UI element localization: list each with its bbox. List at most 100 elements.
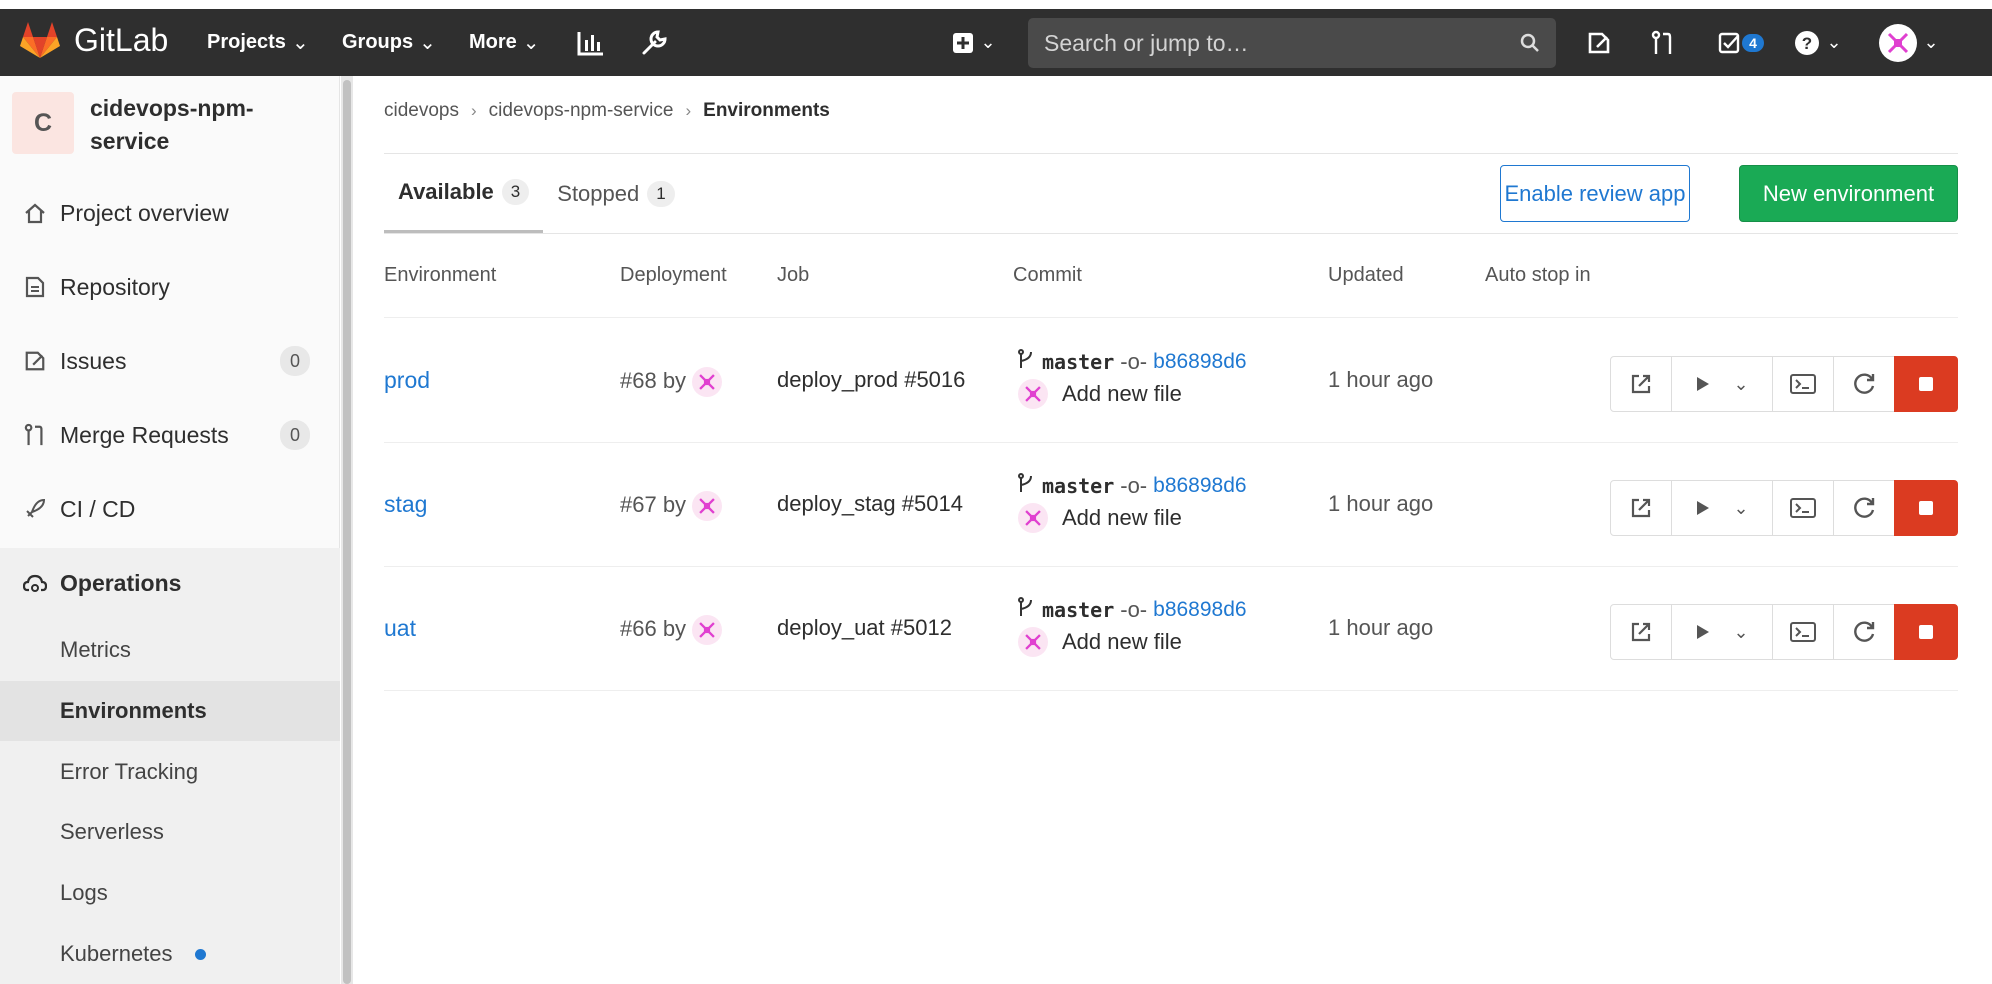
- nav-groups-menu[interactable]: Groups ⌄: [342, 9, 436, 76]
- sidebar-scroll-thumb[interactable]: [343, 80, 351, 984]
- row-actions: ⌄: [1610, 480, 1958, 536]
- divider: [384, 317, 1958, 318]
- project-header[interactable]: C cidevops-npm-service: [12, 92, 290, 158]
- redeploy-button[interactable]: [1833, 604, 1895, 660]
- sidebar-item-label: Operations: [60, 569, 182, 596]
- terminal-button[interactable]: [1772, 356, 1834, 412]
- issues-nav-icon[interactable]: [1582, 9, 1616, 76]
- stop-environment-button[interactable]: [1894, 604, 1958, 660]
- user-avatar[interactable]: [692, 615, 723, 645]
- commit-ref[interactable]: master: [1042, 474, 1114, 498]
- header-job: Job: [777, 264, 810, 286]
- nav-more-label: More: [469, 31, 517, 53]
- user-avatar[interactable]: [1018, 627, 1048, 657]
- environment-tabs: Available 3 Stopped 1: [384, 154, 689, 234]
- admin-wrench-icon[interactable]: [637, 9, 671, 76]
- sidebar-subitem-metrics[interactable]: Metrics: [0, 620, 340, 680]
- issues-count-badge: 0: [280, 346, 310, 376]
- tab-label: Available: [398, 179, 494, 204]
- deploy-actions-dropdown[interactable]: ⌄: [1671, 356, 1773, 412]
- commit-ref[interactable]: master: [1042, 350, 1114, 374]
- help-dropdown[interactable]: ? ⌄: [1790, 9, 1846, 76]
- chevron-down-icon: ⌄: [1733, 621, 1749, 642]
- user-menu[interactable]: ⌄: [1876, 9, 1942, 76]
- tab-stopped[interactable]: Stopped 1: [543, 154, 688, 234]
- sidebar-item-repository[interactable]: Repository: [0, 255, 340, 319]
- user-avatar[interactable]: [1018, 379, 1048, 409]
- table-row: prod #68 by deploy_prod #5016 master -o-…: [384, 319, 1958, 443]
- nav-more-menu[interactable]: More ⌄: [469, 9, 540, 76]
- sidebar-item-operations[interactable]: Operations: [0, 551, 340, 615]
- environment-link[interactable]: uat: [384, 615, 416, 642]
- commit-message[interactable]: Add new file: [1062, 629, 1182, 655]
- commit-icon: -o-: [1120, 597, 1148, 622]
- deploy-actions-dropdown[interactable]: ⌄: [1671, 480, 1773, 536]
- tab-available[interactable]: Available 3: [384, 154, 544, 234]
- stop-environment-button[interactable]: [1894, 480, 1958, 536]
- enable-review-app-button[interactable]: Enable review app: [1500, 165, 1690, 222]
- deploy-actions-dropdown[interactable]: ⌄: [1671, 604, 1773, 660]
- merge-request-icon: [22, 422, 48, 448]
- commit-ref[interactable]: master: [1042, 598, 1114, 622]
- deployment-info: #68 by: [620, 367, 723, 397]
- chevron-down-icon: ⌄: [1923, 32, 1939, 52]
- gitlab-logo[interactable]: GitLab: [20, 21, 168, 59]
- sidebar-item-ci-cd[interactable]: CI / CD: [0, 477, 340, 541]
- chevron-down-icon: ⌄: [980, 32, 996, 52]
- open-live-environment-button[interactable]: [1610, 604, 1672, 660]
- commit-info: master -o- b86898d6 Add new file: [1018, 349, 1247, 409]
- sidebar-subitem-error-tracking[interactable]: Error Tracking: [0, 742, 340, 802]
- commit-sha[interactable]: b86898d6: [1153, 474, 1246, 498]
- sidebar-subitem-logs[interactable]: Logs: [0, 863, 340, 923]
- search-input[interactable]: Search or jump to…: [1028, 18, 1556, 68]
- todos-nav-button[interactable]: 4: [1712, 9, 1770, 76]
- stop-environment-button[interactable]: [1894, 356, 1958, 412]
- user-avatar[interactable]: [1018, 503, 1048, 533]
- sidebar-item-project-overview[interactable]: Project overview: [0, 181, 340, 245]
- top-strip: [0, 0, 1992, 9]
- new-item-dropdown[interactable]: ⌄: [948, 9, 1000, 76]
- commit-message[interactable]: Add new file: [1062, 381, 1182, 407]
- sidebar-subitem-label: Logs: [60, 880, 108, 905]
- merge-requests-nav-icon[interactable]: [1646, 9, 1680, 76]
- updated-time: 1 hour ago: [1328, 367, 1434, 392]
- nav-projects-menu[interactable]: Projects ⌄: [207, 9, 309, 76]
- open-live-environment-button[interactable]: [1610, 356, 1672, 412]
- new-environment-button[interactable]: New environment: [1739, 165, 1958, 222]
- job-link[interactable]: deploy_uat #5012: [777, 615, 952, 641]
- sidebar-item-label: Issues: [60, 347, 127, 374]
- stop-icon: [1919, 625, 1933, 639]
- environment-link[interactable]: stag: [384, 491, 427, 518]
- redeploy-button[interactable]: [1833, 480, 1895, 536]
- sidebar-subitem-kubernetes[interactable]: Kubernetes: [0, 924, 340, 984]
- commit-sha[interactable]: b86898d6: [1153, 350, 1246, 374]
- deployment-id: #67 by: [620, 491, 687, 517]
- environment-link[interactable]: prod: [384, 367, 430, 394]
- play-icon: [1697, 377, 1710, 391]
- job-link[interactable]: deploy_stag #5014: [777, 491, 963, 517]
- commit-icon: -o-: [1120, 473, 1148, 498]
- terminal-button[interactable]: [1772, 480, 1834, 536]
- sidebar-subitem-serverless[interactable]: Serverless: [0, 802, 340, 862]
- retry-icon: [1854, 497, 1875, 518]
- stop-icon: [1919, 377, 1933, 391]
- chevron-down-icon: ⌄: [1733, 373, 1749, 394]
- sidebar-item-issues[interactable]: Issues 0: [0, 329, 340, 393]
- branch-icon: [1018, 597, 1034, 623]
- commit-sha[interactable]: b86898d6: [1153, 598, 1246, 622]
- redeploy-button[interactable]: [1833, 356, 1895, 412]
- breadcrumb-group[interactable]: cidevops: [384, 100, 459, 122]
- breadcrumb-current[interactable]: Environments: [703, 100, 830, 122]
- breadcrumb-project[interactable]: cidevops-npm-service: [489, 100, 674, 122]
- header-updated: Updated: [1328, 264, 1404, 286]
- user-avatar[interactable]: [692, 367, 723, 397]
- commit-message[interactable]: Add new file: [1062, 505, 1182, 531]
- open-live-environment-button[interactable]: [1610, 480, 1672, 536]
- job-link[interactable]: deploy_prod #5016: [777, 367, 965, 393]
- stop-icon: [1919, 501, 1933, 515]
- sidebar-subitem-environments[interactable]: Environments: [0, 681, 340, 741]
- activity-chart-icon[interactable]: [575, 9, 607, 76]
- terminal-button[interactable]: [1772, 604, 1834, 660]
- sidebar-item-merge-requests[interactable]: Merge Requests 0: [0, 403, 340, 467]
- user-avatar[interactable]: [692, 491, 723, 521]
